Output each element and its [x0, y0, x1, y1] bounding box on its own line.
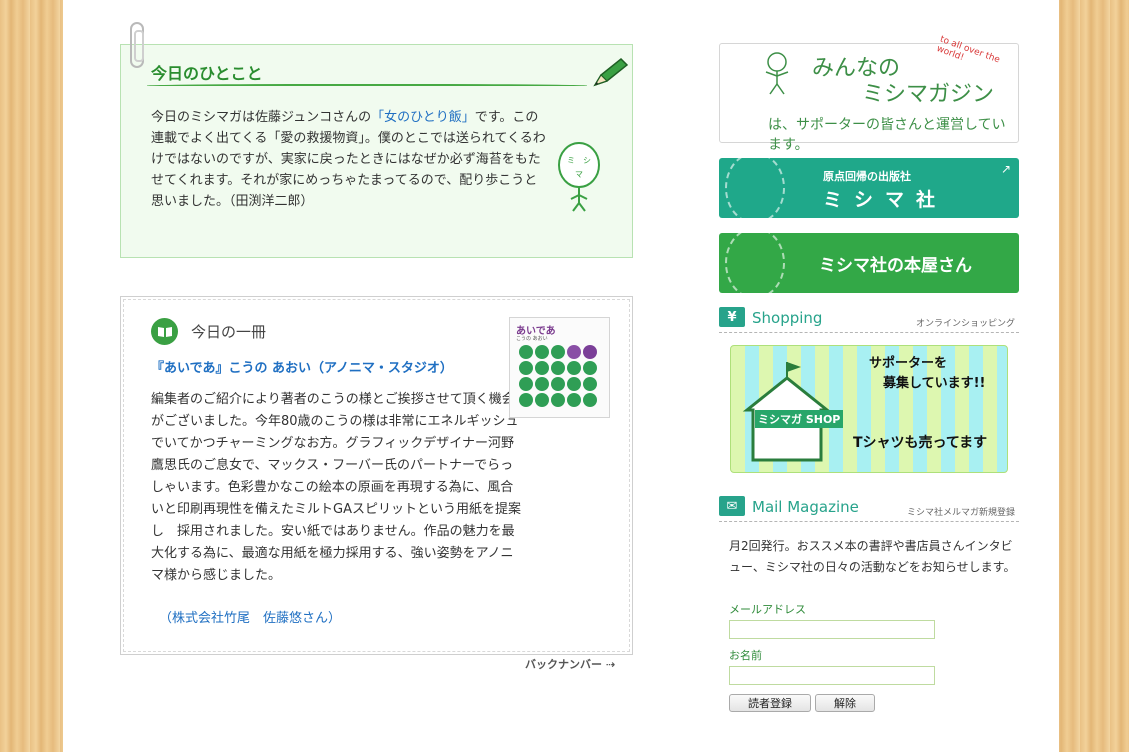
- book-icon: [151, 318, 178, 345]
- logo-circle-icon: [725, 158, 785, 218]
- book-title-link[interactable]: 『あいであ』こうの あおい（アノニマ・スタジオ）: [151, 357, 453, 376]
- shop-banner[interactable]: サポーターを 募集しています!! ミシマガ SHOP Tシャツも売ってます: [730, 345, 1008, 473]
- book-cover-image[interactable]: あいであ こうの あおい: [509, 317, 610, 418]
- shop-text-1: サポーターを: [869, 356, 948, 371]
- hitokoto-title: 今日のひとこと: [151, 64, 263, 83]
- register-button[interactable]: 読者登録: [729, 694, 811, 712]
- book-description: 編集者のご紹介により著者のこうの様とご挨拶させて頂く機会がございました。今年80…: [151, 392, 521, 583]
- onna-hitori-meshi-link[interactable]: 「女のひとり飯」: [371, 110, 475, 125]
- minna-no-mishimagazine-banner[interactable]: みんなの ミシマガジン は、サポーターの皆さんと運営しています。 to all …: [719, 35, 1019, 153]
- book-panel: 今日の一冊 『あいであ』こうの あおい（アノニマ・スタジオ） 編集者のご紹介によ…: [120, 296, 633, 655]
- yen-icon: ¥: [719, 307, 745, 327]
- honya-banner[interactable]: ミシマ社の本屋さん: [719, 233, 1019, 293]
- envelope-icon: ✉: [719, 496, 745, 516]
- arrow-right-icon: ⇢: [605, 658, 616, 671]
- title-underline: [147, 84, 587, 88]
- back-number-link[interactable]: バックナンバー ⇢: [525, 656, 615, 672]
- shopping-title: Shopping: [752, 309, 823, 327]
- email-field[interactable]: [729, 620, 935, 639]
- paperclip-icon: [130, 22, 144, 68]
- svg-text:マ: マ: [575, 170, 583, 179]
- mail-magazine-header: ✉ Mail Magazine ミシマ社メルマガ新規登録: [719, 496, 1019, 522]
- minna-line2: ミシマガジン: [862, 82, 995, 107]
- unregister-button[interactable]: 解除: [815, 694, 875, 712]
- external-link-icon: ↗: [1000, 162, 1011, 176]
- hitokoto-text-1: 今日のミシマガは佐藤ジュンコさんの: [151, 110, 372, 125]
- stick-figure-icon: [765, 52, 789, 95]
- shop-label: ミシマガ SHOP: [755, 410, 844, 428]
- hitokoto-text: 今日のミシマガは佐藤ジュンコさんの「女のひとり飯」です。この連載でよく出てくる「…: [151, 107, 549, 212]
- cover-author: こうの あおい: [516, 336, 548, 342]
- mishimasha-name: ミシマ社: [823, 189, 948, 211]
- minna-line3: は、サポーターの皆さんと運営しています。: [768, 117, 1006, 153]
- book-credit: （株式会社竹尾 佐藤悠さん）: [159, 611, 342, 626]
- svg-text:ミ: ミ: [567, 156, 575, 165]
- cover-illustration: [519, 345, 597, 407]
- mascot-icon: ミ シ マ: [558, 142, 600, 212]
- honya-label: ミシマ社の本屋さん: [819, 256, 972, 276]
- mail-subtitle: ミシマ社メルマガ新規登録: [906, 508, 1015, 518]
- pencil-icon: [593, 57, 629, 87]
- mishimasha-tagline: 原点回帰の出版社: [823, 170, 911, 183]
- mail-description: 月2回発行。おススメ本の書評や書店員さんインタビュー、ミシマ社の日々の活動などを…: [729, 539, 1016, 574]
- shop-text-2: 募集しています!!: [883, 376, 986, 391]
- shopping-header: ¥ Shopping オンラインショッピング: [719, 307, 1019, 333]
- minna-tag: to all over the world!: [935, 34, 1002, 66]
- name-label: お名前: [729, 649, 762, 662]
- book-heading: 今日の一冊: [191, 323, 267, 341]
- email-label: メールアドレス: [729, 603, 806, 616]
- shop-text-3: Tシャツも売ってます: [853, 435, 988, 451]
- mishimasha-banner[interactable]: 原点回帰の出版社 ミシマ社 ↗: [719, 158, 1019, 218]
- mail-title: Mail Magazine: [752, 498, 859, 516]
- logo-circle-icon: [725, 233, 785, 293]
- shopping-subtitle: オンラインショッピング: [915, 319, 1015, 329]
- hitokoto-panel: 今日のひとこと 今日のミシマガは佐藤ジュンコさんの「女のひとり飯」です。この連載…: [120, 44, 633, 258]
- name-field[interactable]: [729, 666, 935, 685]
- back-number-label: バックナンバー: [525, 658, 602, 671]
- svg-text:シ: シ: [583, 156, 591, 165]
- page-content: 今日のひとこと 今日のミシマガは佐藤ジュンコさんの「女のひとり飯」です。この連載…: [63, 0, 1059, 752]
